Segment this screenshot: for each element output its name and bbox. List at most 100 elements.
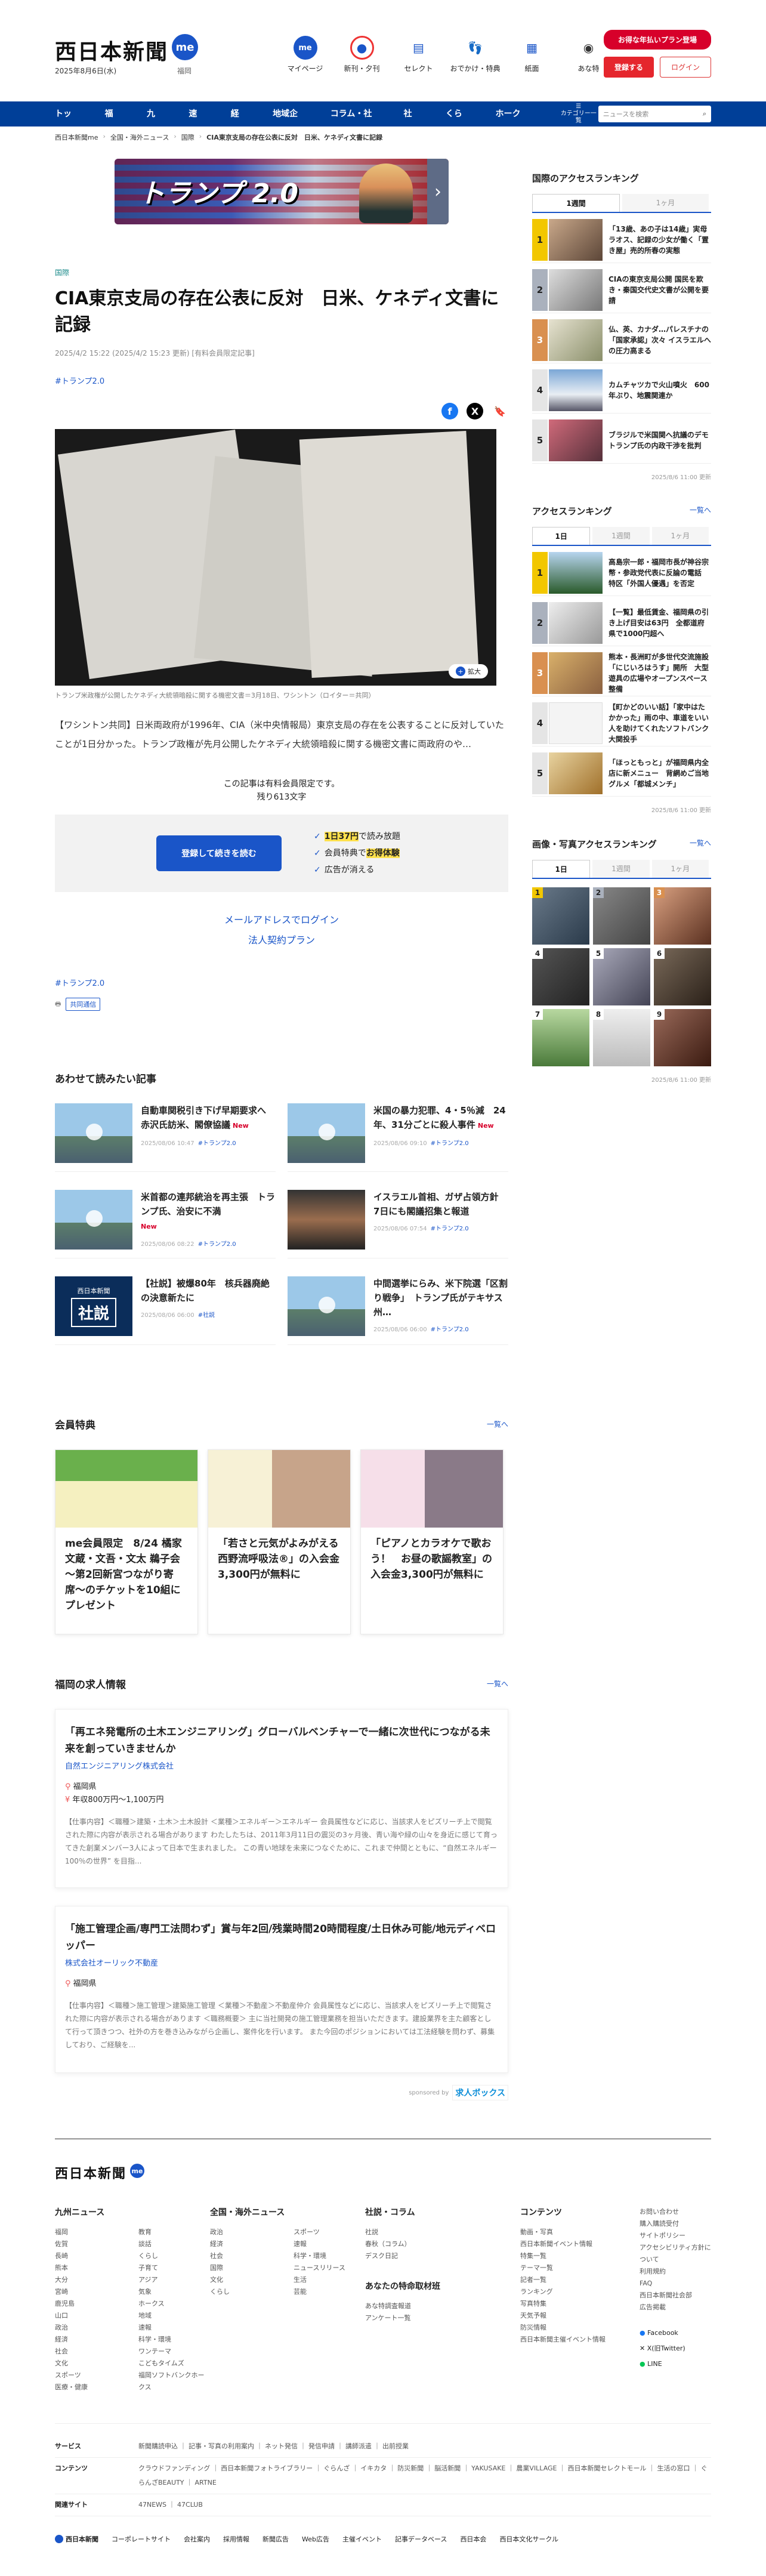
footer-link[interactable]: 文化 (55, 2358, 126, 2370)
related-tag[interactable]: #トランプ2.0 (198, 1140, 236, 1147)
footer-link[interactable]: 文化 (210, 2274, 282, 2286)
related-item[interactable]: 中間選挙にらみ、米下院選「区割り戦争」 トランプ氏がテキサス州… 2025/08/… (288, 1276, 508, 1345)
ranking-item[interactable]: 5 ブラジルで米国関へ抗議のデモ トランプ氏の内政干渉を批判 (532, 419, 716, 464)
job-card[interactable]: 「再エネ発電所の土木エンジニアリング」グローバルベンチャーで一緒に次世代につなが… (55, 1709, 508, 1888)
tab-1week[interactable]: 1週間 (592, 527, 650, 545)
footer-link[interactable]: 芸能 (294, 2286, 365, 2298)
footer-link[interactable]: 利用規約 (640, 2266, 711, 2278)
footer-link[interactable]: 写真特集 (520, 2298, 640, 2310)
footer-link[interactable]: 春秋（コラム） (365, 2238, 520, 2250)
article-tag[interactable]: #トランプ2.0 (55, 375, 508, 386)
footer-link[interactable]: 西日本新聞主催イベント情報 (520, 2334, 640, 2346)
related-item[interactable]: 西日本新聞 社説 【社説】被爆80年 核兵器廃絶の決意新たに 2025/08/06 0… (55, 1276, 276, 1345)
footer-link[interactable]: 国際 (210, 2262, 282, 2274)
odekake-link[interactable]: 👣 おでかけ・特典 (447, 36, 504, 73)
tab-1month[interactable]: 1ヶ月 (651, 527, 709, 545)
footer-link[interactable]: 気象 (138, 2286, 210, 2298)
footer-link[interactable]: 記事データベース (395, 2534, 447, 2544)
footer-link[interactable]: アンケート一覧 (365, 2312, 520, 2324)
footer-link[interactable]: 防災情報 (520, 2322, 640, 2334)
photo-cell[interactable]: 3 (654, 887, 711, 945)
photo-cell[interactable]: 2 (593, 887, 650, 945)
footer-link[interactable]: 会社案内 (184, 2534, 210, 2544)
footer-link[interactable]: 動画・写真 (520, 2226, 640, 2238)
related-tag[interactable]: #トランプ2.0 (431, 1326, 469, 1333)
nav-local-business[interactable]: 地域企業 (273, 101, 317, 144)
benefit-card[interactable]: 「若さと元気がよみがえる西野流呼吸法®」の入会金3,300円が無料に (208, 1449, 351, 1634)
footer-link[interactable]: スポーツ (294, 2226, 365, 2238)
footer-link[interactable]: 科学・環境 (294, 2250, 365, 2262)
footer-link[interactable]: ニュースリリース (294, 2262, 365, 2274)
footer-link[interactable]: 広告掲載 (640, 2302, 711, 2313)
nav-kyushu[interactable]: 九州 (147, 101, 175, 144)
mypage-link[interactable]: me マイページ (277, 36, 333, 73)
footer-link[interactable]: 生活 (294, 2274, 365, 2286)
bookmark-icon[interactable]: 🔖 (492, 403, 508, 419)
footer-link[interactable]: 福岡 (55, 2226, 126, 2238)
footer-link[interactable]: 新聞広告 (262, 2534, 289, 2544)
crumb-international[interactable]: 国際 (181, 132, 194, 142)
footer-link[interactable]: 経済 (55, 2334, 126, 2346)
footer-link[interactable]: 子育て (138, 2262, 210, 2274)
footer-link[interactable]: くらし (138, 2250, 210, 2262)
category-menu[interactable]: ☰ カテゴリー一覧 (559, 103, 598, 125)
facebook-link[interactable]: ● Facebook (640, 2325, 711, 2341)
photo-cell[interactable]: 7 (532, 1009, 589, 1066)
footer-link[interactable]: くらし (210, 2286, 282, 2298)
ranking-item[interactable]: 4 カムチャツカで火山噴火 600年ぶり、地震関連か (532, 369, 711, 414)
sponsor-logo[interactable]: 求人ボックス (452, 2085, 508, 2100)
login-button[interactable]: ログイン (660, 57, 711, 78)
photo-cell[interactable]: 8 (593, 1009, 650, 1066)
footer-link[interactable]: 購入購読受付 (640, 2218, 711, 2230)
footer-link[interactable]: 政治 (55, 2322, 126, 2334)
nav-fukuoka[interactable]: 福岡 (105, 101, 134, 144)
footer-link[interactable]: 社説 (365, 2226, 520, 2238)
related-tag[interactable]: #トランプ2.0 (198, 1241, 236, 1248)
line-link[interactable]: ● LINE (640, 2356, 711, 2372)
benefit-card[interactable]: me会員限定 8/24 橘家文蔵・文吾・文太 鵜子会 〜第2回新宮つながり寄席〜… (55, 1449, 198, 1634)
article-tag-bottom[interactable]: #トランプ2.0 (55, 977, 508, 988)
footer-link[interactable]: 談話 (138, 2238, 210, 2250)
printer-icon[interactable]: 🖶 (55, 999, 61, 1010)
benefit-card[interactable]: 「ピアノとカラオケで歌おう！ お昼の歌謡教室」の入会金3,300円が無料に (360, 1449, 504, 1634)
row-links[interactable]: クラウドファンディング ｜ 西日本新聞フォトライブラリー ｜ ぐらんざ ｜ イキ… (138, 2461, 711, 2490)
photo-cell[interactable]: 6 (654, 948, 711, 1005)
footer-corp-logo[interactable]: 西日本新聞 (55, 2534, 98, 2544)
footer-link[interactable]: 宮崎 (55, 2286, 126, 2298)
footer-link[interactable]: 地域 (138, 2310, 210, 2322)
tab-1day[interactable]: 1日 (532, 860, 591, 878)
tab-1day[interactable]: 1日 (532, 527, 591, 545)
footer-link[interactable]: 社会 (55, 2346, 126, 2358)
footer-link[interactable]: アジア (138, 2274, 210, 2286)
photo-cell[interactable]: 5 (593, 948, 650, 1005)
row-links[interactable]: 47NEWS ｜ 47CLUB (138, 2498, 711, 2512)
related-tag[interactable]: #社説 (198, 1312, 215, 1319)
footer-link[interactable]: 速報 (138, 2322, 210, 2334)
nav-breaking[interactable]: 速報 (189, 101, 217, 144)
footer-link[interactable]: サイトポリシー (640, 2230, 711, 2242)
footer-link[interactable]: 科学・環境 (138, 2334, 210, 2346)
photo-cell[interactable]: 1 (532, 887, 589, 945)
article-photo[interactable]: + 拡大 (55, 429, 496, 686)
register-button[interactable]: 登録する (604, 57, 654, 78)
ranking-item[interactable]: 4 【町かどのいい話】「家中はたかかった」雨の中、車道をいい人を助けてくれたソフト… (532, 702, 711, 746)
footer-link[interactable]: 特集一覧 (520, 2250, 640, 2262)
nav-society[interactable]: 社会 (404, 101, 433, 144)
nav-top[interactable]: トップ (55, 101, 92, 144)
plan-button[interactable]: お得な年払いプラン登場 (604, 30, 711, 50)
footer-link[interactable]: 西日本新聞イベント情報 (520, 2238, 640, 2250)
footer-link[interactable]: 熊本 (55, 2262, 126, 2274)
footer-link[interactable]: 医療・健康 (55, 2381, 126, 2393)
ranking-item[interactable]: 3 仏、英、カナダ…パレスチナの「国家承認」次々 イスラエルへの圧力高まる (532, 319, 711, 363)
nav-economy[interactable]: 経済 (231, 101, 260, 144)
footer-link[interactable]: 主催イベント (342, 2534, 382, 2544)
related-tag[interactable]: #トランプ2.0 (431, 1226, 469, 1232)
select-link[interactable]: ▤ セレクト (390, 36, 447, 73)
photo-cell[interactable]: 4 (532, 948, 589, 1005)
tab-1month[interactable]: 1ヶ月 (651, 860, 709, 878)
footer-link[interactable]: 長崎 (55, 2250, 126, 2262)
footer-link[interactable]: Web広告 (302, 2534, 329, 2544)
related-item[interactable]: 米国の暴力犯罪、4・5％減 24年、31分ごとに殺人事件 New 2025/08/0… (288, 1103, 508, 1172)
ranking-item[interactable]: 3 熊本・長洲町が多世代交流施設「にじいろはうす」開所 大型遊具の広場やオープンス… (532, 652, 711, 696)
related-item[interactable]: イスラエル首相、ガザ占領方針 7日にも閣議招集と報道 2025/08/06 07:… (288, 1190, 508, 1258)
